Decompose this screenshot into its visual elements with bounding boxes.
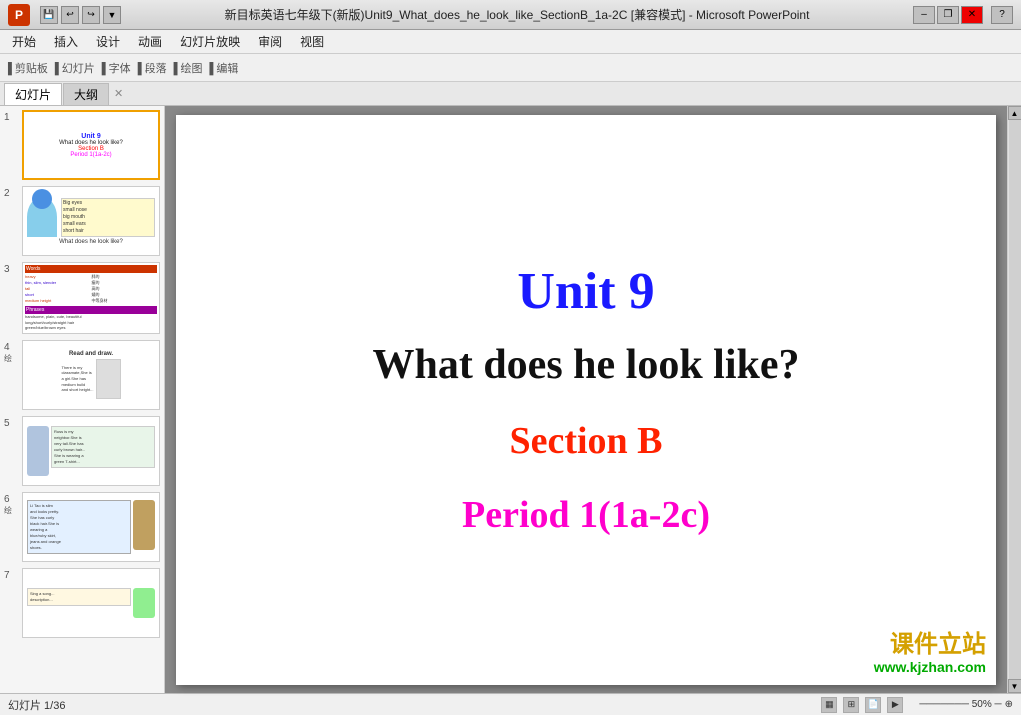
slide-thumb-7[interactable]: 7 Sing a song... description... xyxy=(4,568,160,638)
slide-thumb-5[interactable]: 5 Russ is my neighbor.She is very tall.S… xyxy=(4,416,160,486)
slide-preview-2[interactable]: Big eyes small nose big mouth small ears… xyxy=(22,186,160,256)
slide-thumb-3[interactable]: 3 Words heavy thin, slim, slender tall s… xyxy=(4,262,160,334)
title-bar: P 💾 ↩ ↪ ▼ 新目标英语七年级下(新版)Unit9_What_does_h… xyxy=(0,0,1021,30)
slide-preview-3[interactable]: Words heavy thin, slim, slender tall sho… xyxy=(22,262,160,334)
view-normal-button[interactable]: ▦ xyxy=(821,697,837,713)
menu-insert[interactable]: 插入 xyxy=(46,31,86,52)
tab-outline[interactable]: 大纲 xyxy=(63,83,109,105)
slide-panel: 1 Unit 9 What does he look like? Section… xyxy=(0,106,165,693)
slide-canvas: Unit 9 What does he look like? Section B… xyxy=(176,115,996,685)
slide-period: Period 1(1a-2c) xyxy=(462,493,710,537)
toolbar: ▐ 剪贴板 ▐ 幻灯片 ▐ 字体 ▐ 段落 ▐ 绘图 ▐ 编辑 xyxy=(0,54,1021,82)
slide-main-area: Unit 9 What does he look like? Section B… xyxy=(165,106,1007,693)
zoom-control: ─────── 50% ─ ⊕ xyxy=(919,699,1013,710)
menu-view[interactable]: 视图 xyxy=(292,31,332,52)
tab-bar: 幻灯片 大纲 ✕ xyxy=(0,82,1021,106)
slide-num-6: 6绘 xyxy=(4,492,18,516)
menu-bar: 开始 插入 设计 动画 幻灯片放映 审阅 视图 xyxy=(0,30,1021,54)
menu-design[interactable]: 设计 xyxy=(88,31,128,52)
app-icon: P xyxy=(8,4,30,26)
main-area: 1 Unit 9 What does he look like? Section… xyxy=(0,106,1021,693)
menu-start[interactable]: 开始 xyxy=(4,31,44,52)
close-button[interactable]: ✕ xyxy=(961,6,983,24)
slide-num-4: 4绘 xyxy=(4,340,18,364)
thumb1-unit: Unit 9 xyxy=(81,133,100,140)
status-bar: 幻灯片 1/36 ▦ ⊞ 📄 ▶ ─────── 50% ─ ⊕ xyxy=(0,693,1021,715)
watermark: 课件立站 www.kjzhan.com xyxy=(874,624,986,675)
menu-slideshow[interactable]: 幻灯片放映 xyxy=(172,31,248,52)
scroll-down-button[interactable]: ▼ xyxy=(1008,679,1021,693)
watermark-url: www.kjzhan.com xyxy=(874,659,986,675)
view-reading-button[interactable]: 📄 xyxy=(865,697,881,713)
view-slideshow-button[interactable]: ▶ xyxy=(887,697,903,713)
scroll-track[interactable] xyxy=(1009,120,1021,679)
slide-thumb-4[interactable]: 4绘 Read and draw. There is my classmate,… xyxy=(4,340,160,410)
menu-animation[interactable]: 动画 xyxy=(130,31,170,52)
quick-undo-btn[interactable]: ↩ xyxy=(61,6,79,24)
slide-preview-4[interactable]: Read and draw. There is my classmate,She… xyxy=(22,340,160,410)
view-slide-sorter-button[interactable]: ⊞ xyxy=(843,697,859,713)
slide-count-status: 幻灯片 1/36 xyxy=(8,697,65,713)
slide-thumb-6[interactable]: 6绘 Li Tao is slim and looks pretty. She … xyxy=(4,492,160,562)
quick-redo-btn[interactable]: ↪ xyxy=(82,6,100,24)
menu-review[interactable]: 审阅 xyxy=(250,31,290,52)
toolbar-placeholder: ▐ 剪贴板 ▐ 幻灯片 ▐ 字体 ▐ 段落 ▐ 绘图 ▐ 编辑 xyxy=(4,60,238,76)
minimize-button[interactable]: – xyxy=(913,6,935,24)
slide-preview-7[interactable]: Sing a song... description... xyxy=(22,568,160,638)
slide-preview-5[interactable]: Russ is my neighbor.She is very tall.She… xyxy=(22,416,160,486)
slide-thumb-1[interactable]: 1 Unit 9 What does he look like? Section… xyxy=(4,110,160,180)
panel-close-button[interactable]: ✕ xyxy=(114,87,123,100)
window-controls: – ❐ ✕ ? xyxy=(913,6,1013,24)
slide-num-5: 5 xyxy=(4,416,18,429)
watermark-chinese: 课件立站 xyxy=(874,624,986,659)
slide-num-3: 3 xyxy=(4,262,18,275)
quick-dropdown-btn[interactable]: ▼ xyxy=(103,6,121,24)
slide-thumb-2[interactable]: 2 Big eyes small nose big mouth small ea… xyxy=(4,186,160,256)
title-bar-icons: P 💾 ↩ ↪ ▼ xyxy=(8,4,121,26)
tab-slides[interactable]: 幻灯片 xyxy=(4,83,62,105)
quick-save-btn[interactable]: 💾 xyxy=(40,6,58,24)
slide-subtitle: What does he look like? xyxy=(372,341,799,389)
thumb1-per: Period 1(1a-2c) xyxy=(70,152,111,158)
slide-section: Section B xyxy=(509,419,662,463)
scroll-up-button[interactable]: ▲ xyxy=(1008,106,1021,120)
slide-unit9-title: Unit 9 xyxy=(517,262,654,321)
slide-num-1: 1 xyxy=(4,110,18,123)
right-scrollbar[interactable]: ▲ ▼ xyxy=(1007,106,1021,693)
ppt-help-button[interactable]: ? xyxy=(991,6,1013,24)
slide-num-7: 7 xyxy=(4,568,18,581)
zoom-button[interactable]: ⊕ xyxy=(1005,699,1013,710)
slide-preview-1[interactable]: Unit 9 What does he look like? Section B… xyxy=(22,110,160,180)
slide-preview-6[interactable]: Li Tao is slim and looks pretty. She has… xyxy=(22,492,160,562)
restore-button[interactable]: ❐ xyxy=(937,6,959,24)
slide-num-2: 2 xyxy=(4,186,18,199)
window-title: 新目标英语七年级下(新版)Unit9_What_does_he_look_lik… xyxy=(121,6,913,23)
zoom-label: ─────── 50% ─ xyxy=(919,699,1001,710)
